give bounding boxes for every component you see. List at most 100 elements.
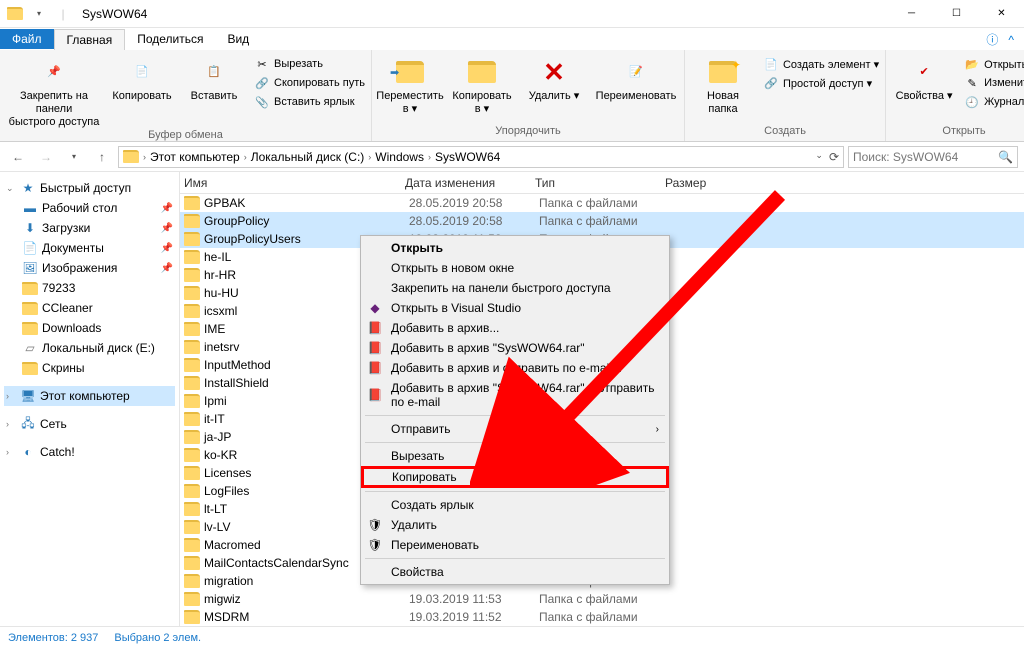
back-button[interactable]: ←: [6, 145, 30, 169]
maximize-button[interactable]: ☐: [934, 0, 979, 28]
ctx-properties[interactable]: Свойства: [361, 562, 669, 582]
file-date: 28.05.2019 20:58: [409, 214, 539, 228]
ctx-send[interactable]: Отправить›: [361, 419, 669, 439]
nav-79233[interactable]: 79233: [4, 278, 175, 298]
qat-dropdown-icon[interactable]: ▾: [28, 3, 50, 25]
ctx-add-rar[interactable]: 📕Добавить в архив "SysWOW64.rar": [361, 338, 669, 358]
nav-this-pc[interactable]: ›🖥Этот компьютер: [4, 386, 175, 406]
folder-icon: [184, 340, 200, 354]
folder-icon: [22, 302, 38, 315]
minimize-button[interactable]: ─: [889, 0, 934, 28]
path-icon: 🔗: [254, 75, 270, 91]
col-size[interactable]: Размер: [665, 176, 745, 190]
new-item-button[interactable]: 📄Создать элемент ▾: [763, 56, 879, 72]
addr-dropdown-icon[interactable]: ⌄: [815, 150, 823, 164]
copy-icon: 📄: [126, 56, 158, 88]
file-row[interactable]: GroupPolicy28.05.2019 20:58Папка с файла…: [180, 212, 1024, 230]
easy-access-button[interactable]: 🔗Простой доступ ▾: [763, 75, 879, 91]
rar-icon: 📕: [367, 340, 383, 356]
copy-to-button[interactable]: Копировать в ▾: [450, 52, 514, 116]
window-controls: ─ ☐ ✕: [889, 0, 1024, 28]
status-bar: Элементов: 2 937 Выбрано 2 элем.: [0, 626, 1024, 648]
chevron-right-icon: ›: [656, 424, 659, 435]
nav-network[interactable]: ›🖧Сеть: [4, 414, 175, 434]
paste-shortcut-button[interactable]: 📎Вставить ярлык: [254, 94, 365, 110]
vs-icon: ◆: [367, 300, 383, 316]
ctx-create-shortcut[interactable]: Создать ярлык: [361, 495, 669, 515]
new-folder-button[interactable]: ✦Новая папка: [691, 52, 755, 116]
ctx-copy[interactable]: Копировать: [361, 466, 669, 488]
col-type[interactable]: Тип: [535, 176, 665, 190]
folder-icon: [22, 362, 38, 375]
tab-view[interactable]: Вид: [215, 29, 261, 49]
ctx-open[interactable]: Открыть: [361, 238, 669, 258]
rename-button[interactable]: 📝Переименовать: [594, 52, 678, 103]
nav-documents[interactable]: 📄Документы📌: [4, 238, 175, 258]
ctx-rename[interactable]: 🛡Переименовать: [361, 535, 669, 555]
recent-dropdown[interactable]: ▾: [62, 145, 86, 169]
nav-catch[interactable]: ›◐Catch!: [4, 442, 175, 462]
crumb-windows[interactable]: Windows›: [375, 150, 431, 164]
col-date[interactable]: Дата изменения: [405, 176, 535, 190]
file-row[interactable]: MSDRM19.03.2019 11:52Папка с файлами: [180, 608, 1024, 626]
nav-screens[interactable]: Скрины: [4, 358, 175, 378]
col-name[interactable]: Имя: [180, 176, 405, 190]
ctx-open-new-window[interactable]: Открыть в новом окне: [361, 258, 669, 278]
forward-button[interactable]: →: [34, 145, 58, 169]
chevron-right-icon[interactable]: ›: [143, 152, 146, 162]
crumb-this-pc[interactable]: Этот компьютер›: [150, 150, 247, 164]
tab-file[interactable]: Файл: [0, 29, 54, 49]
ribbon-collapse-icon[interactable]: ⓘ ^: [976, 31, 1024, 48]
delete-button[interactable]: ✕Удалить ▾: [522, 52, 586, 103]
refresh-icon[interactable]: ⟳: [829, 150, 839, 164]
close-button[interactable]: ✕: [979, 0, 1024, 28]
ctx-separator: [365, 491, 665, 492]
nav-localdisk[interactable]: ▱Локальный диск (E:): [4, 338, 175, 358]
crumb-localdisk[interactable]: Локальный диск (C:)›: [251, 150, 372, 164]
open-button[interactable]: 📂Открыть ▾: [964, 56, 1024, 72]
paste-icon: 📋: [198, 56, 230, 88]
folder-icon: [184, 484, 200, 498]
crumb-syswow64[interactable]: SysWOW64: [435, 150, 500, 164]
ctx-cut[interactable]: Вырезать: [361, 446, 669, 466]
up-button[interactable]: ↑: [90, 145, 114, 169]
nav-downloads2[interactable]: Downloads: [4, 318, 175, 338]
rename-icon: 📝: [620, 56, 652, 88]
ctx-delete[interactable]: 🛡Удалить: [361, 515, 669, 535]
paste-button[interactable]: 📋 Вставить: [182, 52, 246, 103]
file-row[interactable]: migwiz19.03.2019 11:53Папка с файлами: [180, 590, 1024, 608]
move-to-button[interactable]: ➡Переместить в ▾: [378, 52, 442, 116]
ctx-add-archive[interactable]: 📕Добавить в архив...: [361, 318, 669, 338]
file-row[interactable]: GPBAK28.05.2019 20:58Папка с файлами: [180, 194, 1024, 212]
pictures-icon: 🖼: [22, 260, 38, 276]
address-bar[interactable]: › Этот компьютер› Локальный диск (C:)› W…: [118, 146, 844, 168]
file-name: GPBAK: [204, 196, 245, 210]
ctx-archive-mail[interactable]: 📕Добавить в архив и отправить по e-mail.…: [361, 358, 669, 378]
open-group-label: Открыть: [892, 125, 1024, 139]
file-name: lv-LV: [204, 520, 230, 534]
copy-button[interactable]: 📄 Копировать: [110, 52, 174, 103]
ctx-open-vs[interactable]: ◆Открыть в Visual Studio: [361, 298, 669, 318]
nav-downloads[interactable]: ⬇Загрузки📌: [4, 218, 175, 238]
tab-share[interactable]: Поделиться: [125, 29, 215, 49]
cut-button[interactable]: ✂Вырезать: [254, 56, 365, 72]
desktop-icon: ▬: [22, 200, 38, 216]
ctx-archive-rar-mail[interactable]: 📕Добавить в архив "SysWOW64.rar" и отпра…: [361, 378, 669, 412]
search-box[interactable]: Поиск: SysWOW64 🔍: [848, 146, 1018, 168]
folder-icon: [184, 502, 200, 516]
tab-home[interactable]: Главная: [54, 29, 126, 50]
nav-pictures[interactable]: 🖼Изображения📌: [4, 258, 175, 278]
nav-desktop[interactable]: ▬Рабочий стол📌: [4, 198, 175, 218]
file-name: lt-LT: [204, 502, 227, 516]
copy-path-button[interactable]: 🔗Скопировать путь: [254, 75, 365, 91]
edit-button[interactable]: ✎Изменить: [964, 75, 1024, 91]
newitem-icon: 📄: [763, 56, 779, 72]
properties-button[interactable]: ✔Свойства ▾: [892, 52, 956, 103]
scissors-icon: ✂: [254, 56, 270, 72]
pin-quick-access-button[interactable]: 📌 Закрепить на панели быстрого доступа: [6, 52, 102, 129]
history-button[interactable]: 🕘Журнал: [964, 94, 1024, 110]
nav-ccleaner[interactable]: CCleaner: [4, 298, 175, 318]
ctx-pin-quick[interactable]: Закрепить на панели быстрого доступа: [361, 278, 669, 298]
rar-icon: 📕: [367, 320, 383, 336]
nav-quick-access[interactable]: ⌄★Быстрый доступ: [4, 178, 175, 198]
